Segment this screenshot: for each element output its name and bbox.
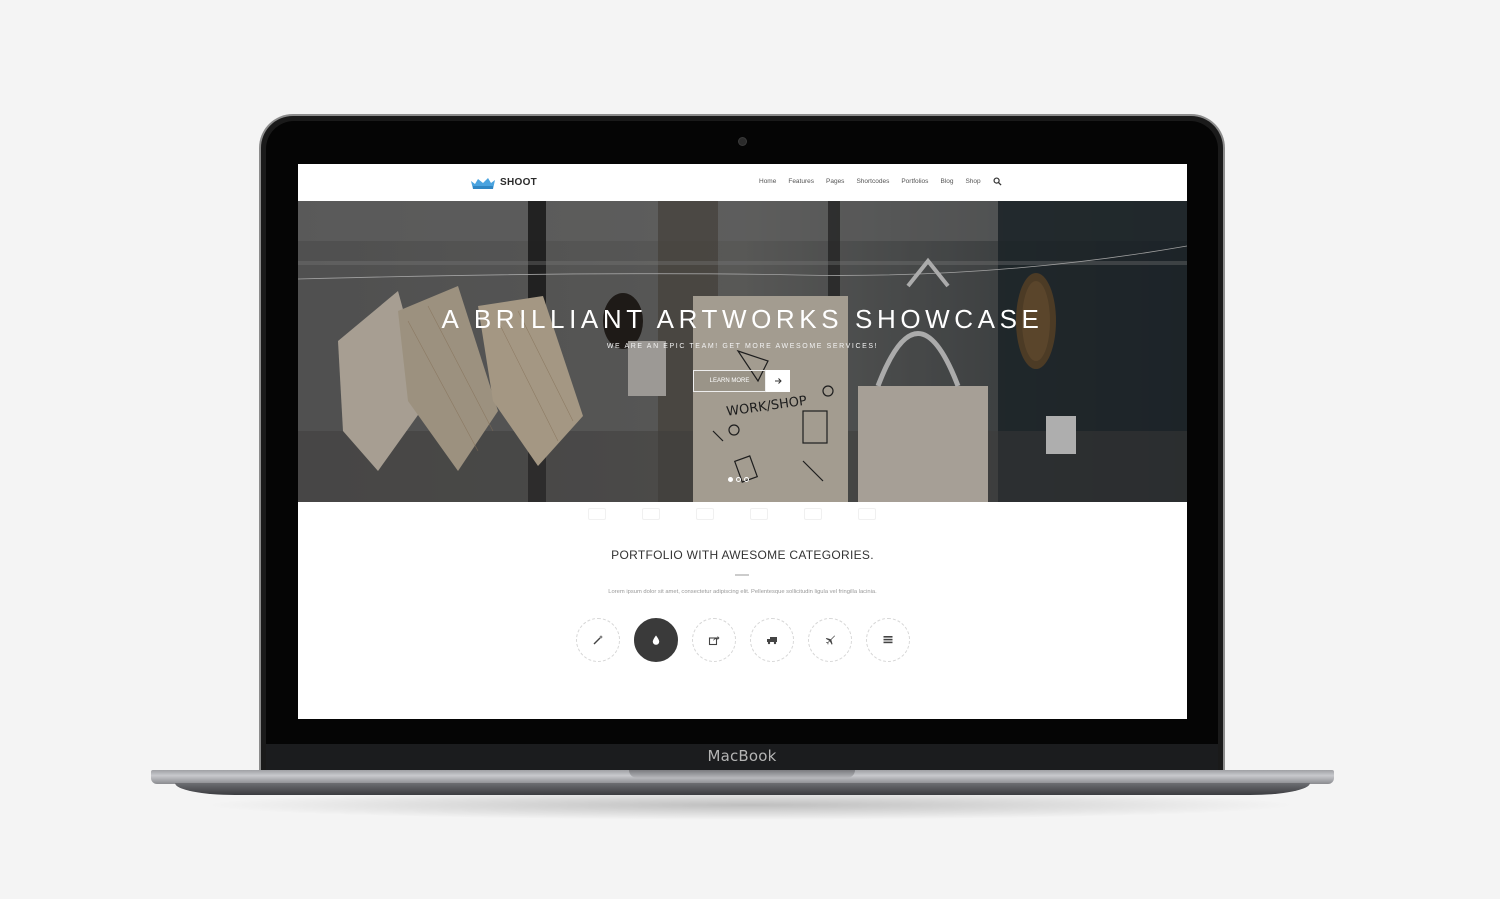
category-list[interactable]	[866, 618, 910, 662]
nav-shortcodes[interactable]: Shortcodes	[856, 178, 889, 185]
search-icon[interactable]	[993, 177, 1002, 186]
nav-pages[interactable]: Pages	[826, 178, 844, 185]
category-drop[interactable]	[634, 618, 678, 662]
section-divider	[735, 574, 749, 576]
portfolio-title: PORTFOLIO WITH AWESOME CATEGORIES.	[611, 548, 874, 562]
slider-dot[interactable]	[744, 477, 749, 482]
camera-icon	[739, 138, 746, 145]
hero-background-image: WORK/SHOP	[298, 201, 1187, 502]
learn-more-label: LEARN MORE	[693, 370, 766, 392]
slider-dot[interactable]	[736, 477, 741, 482]
portfolio-categories	[576, 618, 910, 662]
main-nav: Home Features Pages Shortcodes Portfolio…	[759, 177, 1002, 186]
hero-slider: WORK/SHOP A BRILLIANT ARTWORKS SHOWCASE …	[298, 201, 1187, 502]
site-header: SHOOT Home Features Pages Shortcodes Por…	[298, 164, 1187, 201]
list-icon	[883, 636, 893, 644]
plane-icon	[825, 635, 835, 645]
laptop-notch	[629, 770, 855, 778]
device-brand: MacBook	[707, 747, 777, 765]
truck-icon	[767, 637, 777, 645]
logo-text: SHOOT	[500, 176, 538, 188]
learn-more-button[interactable]: LEARN MORE	[693, 370, 790, 392]
logo[interactable]: SHOOT	[470, 172, 537, 192]
magic-wand-icon	[593, 635, 603, 645]
category-share[interactable]	[692, 618, 736, 662]
nav-portfolios[interactable]: Portfolios	[901, 178, 928, 185]
hero-subtitle: WE ARE AN EPIC TEAM! GET MORE AWESOME SE…	[606, 343, 879, 350]
drop-icon	[652, 635, 660, 645]
laptop-base-bottom	[175, 783, 1310, 795]
nav-home[interactable]: Home	[759, 178, 776, 185]
faint-icon-strip	[588, 508, 876, 520]
category-truck[interactable]	[750, 618, 794, 662]
share-icon	[708, 636, 720, 646]
category-magic-wand[interactable]	[576, 618, 620, 662]
nav-features[interactable]: Features	[788, 178, 814, 185]
arrow-right-icon	[766, 370, 790, 392]
category-plane[interactable]	[808, 618, 852, 662]
portfolio-description: Lorem ipsum dolor sit amet, consectetur …	[608, 589, 877, 595]
nav-shop[interactable]: Shop	[965, 178, 980, 185]
nav-blog[interactable]: Blog	[940, 178, 953, 185]
logo-icon	[471, 178, 495, 189]
slider-dot[interactable]	[728, 477, 733, 482]
slider-dots	[728, 477, 749, 482]
screen: SHOOT Home Features Pages Shortcodes Por…	[298, 164, 1187, 719]
hero-title: A BRILLIANT ARTWORKS SHOWCASE	[441, 304, 1044, 334]
